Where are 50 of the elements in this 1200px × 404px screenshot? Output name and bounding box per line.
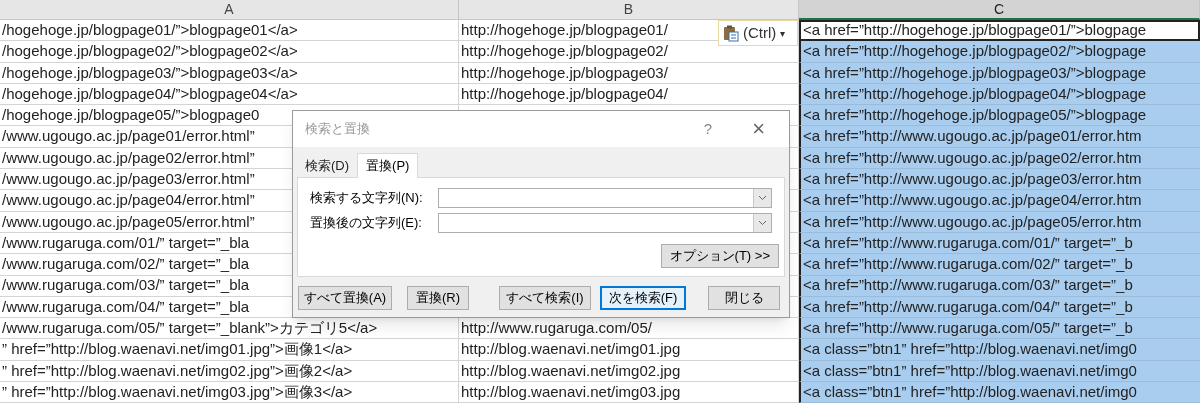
table-cell: <a href=”http://www.rugaruga.com/02/” target=”_b	[799, 254, 1200, 276]
field-label: 置換後の文字列(E):	[310, 214, 423, 233]
table-cell: ” href=”http://blog.waenavi.net/img01.jpg”>画像1</a>	[0, 339, 459, 361]
table-cell: <a class=”btn1” href=”http://blog.waenavi.net/img0	[799, 382, 1200, 404]
table-cell: <a href=”http://hogehoge.jp/blogpage01/”>blogpage	[799, 20, 1200, 42]
table-cell: <a href=”http://www.rugaruga.com/04/” target=”_b	[799, 296, 1200, 319]
table-cell: <a href=”http://www.rugaruga.com/03/” target=”_b	[799, 275, 1200, 297]
table-cell: <a href=”http://www.ugougo.ac.jp/page04/error.htm	[799, 190, 1200, 212]
column-header[interactable]: A	[0, 0, 459, 20]
table-cell: <a href=”http://www.ugougo.ac.jp/page05/error.htm	[799, 211, 1200, 233]
dialog-button[interactable]: 置換(R)	[407, 286, 469, 310]
column-header[interactable]: B	[459, 0, 799, 20]
table-cell: <a href=”http://www.rugaruga.com/01/” target=”_b	[799, 232, 1200, 255]
table-cell: <a href=”http://www.ugougo.ac.jp/page03/error.htm	[799, 169, 1200, 191]
table-cell: <a href=”http://hogehoge.jp/blogpage02/”>blogpage	[799, 41, 1200, 63]
dialog-button[interactable]: 次を検索(F)	[600, 286, 686, 310]
search-field[interactable]	[438, 188, 772, 208]
table-cell: http://blog.waenavi.net/img01.jpg	[459, 339, 799, 361]
table-cell: ” href=”http://blog.waenavi.net/img02.jpg”>画像2</a>	[0, 360, 459, 383]
paste-options-button[interactable]: (Ctrl) ▾	[718, 20, 798, 46]
table-cell: <a href=”http://hogehoge.jp/blogpage04/”>blogpage	[799, 83, 1200, 106]
close-button[interactable]: ×	[752, 118, 765, 140]
table-cell: ” href=”http://blog.waenavi.net/img03.jpg”>画像3</a>	[0, 382, 459, 404]
table-cell: http://hogehoge.jp/blogpage04/	[459, 83, 799, 106]
table-cell: /hogehoge.jp/blogpage04/”>blogpage04</a>	[0, 83, 459, 106]
table-cell: /hogehoge.jp/blogpage01/”>blogpage01</a>	[0, 20, 459, 42]
table-cell: <a class=”btn1” href=”http://blog.waenavi.net/img0	[799, 339, 1200, 361]
dialog-button[interactable]: 閉じる	[708, 286, 780, 310]
table-cell: http://blog.waenavi.net/img02.jpg	[459, 360, 799, 383]
search-field[interactable]	[438, 213, 772, 233]
table-cell: <a class=”btn1” href=”http://blog.waenavi.net/img0	[799, 360, 1200, 383]
table-cell: <a href=”http://hogehoge.jp/blogpage03/”>blogpage	[799, 62, 1200, 84]
table-cell: http://hogehoge.jp/blogpage03/	[459, 62, 799, 84]
table-cell: <a href=”http://www.ugougo.ac.jp/page01/error.htm	[799, 126, 1200, 148]
clipboard-icon	[723, 24, 739, 42]
tab[interactable]: 置換(P)	[357, 153, 419, 178]
options-button[interactable]: オプション(T) >>	[660, 244, 779, 268]
table-cell: http://blog.waenavi.net/img03.jpg	[459, 382, 799, 404]
table-cell: <a href=”http://hogehoge.jp/blogpage05/”>blogpage	[799, 105, 1200, 127]
table-cell: /hogehoge.jp/blogpage03/”>blogpage03</a>	[0, 62, 459, 84]
dialog-button[interactable]: すべて置換(A)	[298, 286, 392, 310]
help-button[interactable]: ?	[703, 117, 713, 141]
chevron-down-icon	[758, 220, 767, 226]
table-cell: <a href=”http://www.rugaruga.com/05/” target=”_b	[799, 318, 1200, 340]
dialog-button[interactable]: すべて検索(I)	[499, 286, 591, 310]
chevron-down-icon	[758, 195, 767, 201]
column-header[interactable]: C	[799, 0, 1200, 20]
table-cell: <a href=”http://www.ugougo.ac.jp/page02/error.htm	[799, 147, 1200, 170]
field-label: 検索する文字列(N):	[310, 189, 424, 208]
table-cell: /hogehoge.jp/blogpage02/”>blogpage02</a>	[0, 41, 459, 63]
